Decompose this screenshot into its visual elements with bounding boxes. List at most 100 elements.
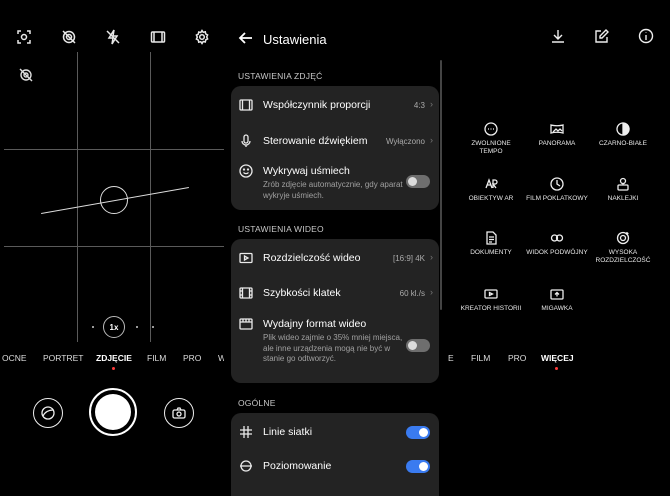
- efficient-format-row: Wydajny format wideo Plik wideo zajmie o…: [231, 309, 439, 383]
- story-creator-icon: [484, 287, 498, 301]
- mode-tile-label: WYSOKA ROZDZIELCZOŚĆ: [595, 249, 651, 264]
- mode-video[interactable]: FILM: [147, 353, 166, 363]
- mode-tile-ar-lens[interactable]: OBIEKTYW AR: [460, 177, 522, 203]
- mode-tile-stickers[interactable]: NAKLEJKI: [592, 177, 654, 203]
- grid-line: [4, 246, 224, 247]
- row-label: Wykrywaj uśmiech: [263, 165, 350, 177]
- smile-detection-row: Wykrywaj uśmiech Zrób zdjęcie automatycz…: [231, 158, 439, 210]
- settings-panel: Ustawienia USTAWIENIA ZDJĘĆ Współczynnik…: [224, 0, 446, 496]
- mode-tile-panorama[interactable]: PANORAMA: [526, 122, 588, 148]
- mode-tile-label: CZARNO-BIAŁE: [598, 140, 648, 147]
- zoom-button[interactable]: 1x: [103, 316, 125, 338]
- mode-partial[interactable]: E: [448, 353, 454, 363]
- ar-lens-icon: [484, 177, 498, 191]
- level-icon: [239, 459, 253, 473]
- active-mode-dot: [112, 367, 115, 370]
- leveling-row: Poziomowanie: [231, 449, 439, 483]
- more-modes-panel: ZWOLNIONE TEMPO PANORAMA CZARNO-BIAŁE OB…: [446, 0, 670, 496]
- mode-tile-dual-view[interactable]: WIDOK PODWÓJNY: [526, 231, 588, 257]
- live-photo-off-icon[interactable]: [18, 67, 34, 83]
- camera-panel: 1x OCNE PORTRET ZDJĘCIE FILM PRO W: [0, 0, 226, 496]
- scrollbar[interactable]: [440, 60, 442, 310]
- row-label: Poziomowanie: [263, 460, 332, 472]
- mode-tile-label: KREATOR HISTORII: [460, 305, 522, 312]
- grid-icon: [239, 425, 253, 439]
- edit-icon[interactable]: [594, 28, 610, 44]
- grid-line: [4, 149, 224, 150]
- row-description: Plik wideo zajmie o 35% mniej miejsca, a…: [263, 333, 403, 363]
- general-settings-card: Linie siatki Poziomowanie: [231, 413, 439, 496]
- stickers-icon: [616, 177, 630, 191]
- switch-camera-button[interactable]: [164, 398, 194, 428]
- mode-tile-label: ZWOLNIONE TEMPO: [471, 140, 511, 155]
- settings-gear-icon[interactable]: [193, 28, 211, 46]
- mode-portrait[interactable]: PORTRET: [43, 353, 83, 363]
- ai-camera-icon[interactable]: [15, 28, 33, 46]
- mode-tile-label: DOKUMENTY: [470, 249, 512, 256]
- grid-line: [77, 52, 78, 342]
- row-value: 60 kl./s: [399, 289, 425, 298]
- microphone-icon: [239, 134, 253, 148]
- dual-view-icon: [550, 231, 564, 245]
- timelapse-icon: [550, 177, 564, 191]
- flash-off-icon[interactable]: [104, 28, 122, 46]
- video-resolution-row[interactable]: Rozdzielczość wideo [16:9] 4K ›: [231, 239, 439, 275]
- mode-video[interactable]: FILM: [471, 353, 490, 363]
- smile-toggle[interactable]: [406, 175, 430, 188]
- documents-icon: [484, 231, 498, 245]
- frame-rate-row[interactable]: Szybkości klatek 60 kl./s ›: [231, 275, 439, 309]
- black-white-icon: [616, 122, 630, 136]
- section-title-video: USTAWIENIA WIDEO: [238, 224, 324, 234]
- grid-line: [150, 52, 151, 342]
- high-res-icon: [616, 231, 630, 245]
- mode-pro[interactable]: PRO: [183, 353, 201, 363]
- mode-tile-label: MIGAWKA: [541, 305, 573, 312]
- sound-control-row[interactable]: Sterowanie dźwiękiem Wyłączono ›: [231, 124, 439, 158]
- video-resolution-icon: [239, 251, 253, 265]
- grid-lines-row: Linie siatki: [231, 413, 439, 449]
- chevron-right-icon: ›: [430, 135, 433, 145]
- mode-selector: E FILM PRO WIĘCEJ: [446, 353, 670, 367]
- mode-tile-label: WIDOK PODWÓJNY: [526, 249, 588, 256]
- mode-night[interactable]: OCNE: [2, 353, 27, 363]
- mode-tile-high-res[interactable]: WYSOKA ROZDZIELCZOŚĆ: [592, 231, 654, 265]
- mode-photo[interactable]: ZDJĘCIE: [96, 353, 132, 363]
- download-icon[interactable]: [550, 28, 566, 44]
- mode-more[interactable]: WIĘCEJ: [541, 353, 574, 363]
- mode-tile-timelapse[interactable]: FILM POKLATKOWY: [526, 177, 588, 203]
- efficient-format-toggle[interactable]: [406, 339, 430, 352]
- smile-icon: [239, 164, 253, 178]
- zoom-dot[interactable]: [92, 326, 94, 328]
- mode-tile-story-creator[interactable]: KREATOR HISTORII: [460, 287, 522, 313]
- row-description: Zrób zdjęcie automatycznie, gdy aparat w…: [263, 180, 403, 200]
- info-icon[interactable]: [638, 28, 654, 44]
- leveling-toggle[interactable]: [406, 460, 430, 473]
- zoom-row: 1x: [0, 316, 224, 338]
- chevron-right-icon: ›: [430, 99, 433, 109]
- live-photo-off-icon[interactable]: [60, 28, 78, 46]
- switch-camera-icon: [172, 407, 186, 419]
- mode-tile-slow-motion[interactable]: ZWOLNIONE TEMPO: [460, 122, 522, 156]
- mode-tile-label: NAKLEJKI: [607, 195, 639, 202]
- row-label: Linie siatki: [263, 426, 313, 438]
- zoom-dot[interactable]: [136, 326, 138, 328]
- shutter-button[interactable]: [89, 388, 137, 436]
- mode-tile-snapshot[interactable]: MIGAWKA: [526, 287, 588, 313]
- grid-lines-toggle[interactable]: [406, 426, 430, 439]
- mode-tile-black-white[interactable]: CZARNO-BIAŁE: [592, 122, 654, 148]
- viewfinder[interactable]: [4, 52, 224, 342]
- aspect-ratio-icon[interactable]: [149, 28, 167, 46]
- mode-selector: OCNE PORTRET ZDJĘCIE FILM PRO W: [0, 353, 226, 367]
- aspect-ratio-row[interactable]: Współczynnik proporcji 4:3 ›: [231, 86, 439, 124]
- zoom-dot[interactable]: [152, 326, 154, 328]
- mode-pro[interactable]: PRO: [508, 353, 526, 363]
- back-arrow-icon[interactable]: [238, 30, 254, 46]
- row-value: [16:9] 4K: [392, 254, 425, 263]
- row-value: 4:3: [413, 101, 425, 110]
- mode-tile-documents[interactable]: DOKUMENTY: [460, 231, 522, 257]
- video-settings-card: Rozdzielczość wideo [16:9] 4K › Szybkośc…: [231, 239, 439, 383]
- snapshot-icon: [550, 287, 564, 301]
- gallery-button[interactable]: [33, 398, 63, 428]
- level-indicator-circle: [100, 186, 128, 214]
- photo-settings-card: Współczynnik proporcji 4:3 › Sterowanie …: [231, 86, 439, 210]
